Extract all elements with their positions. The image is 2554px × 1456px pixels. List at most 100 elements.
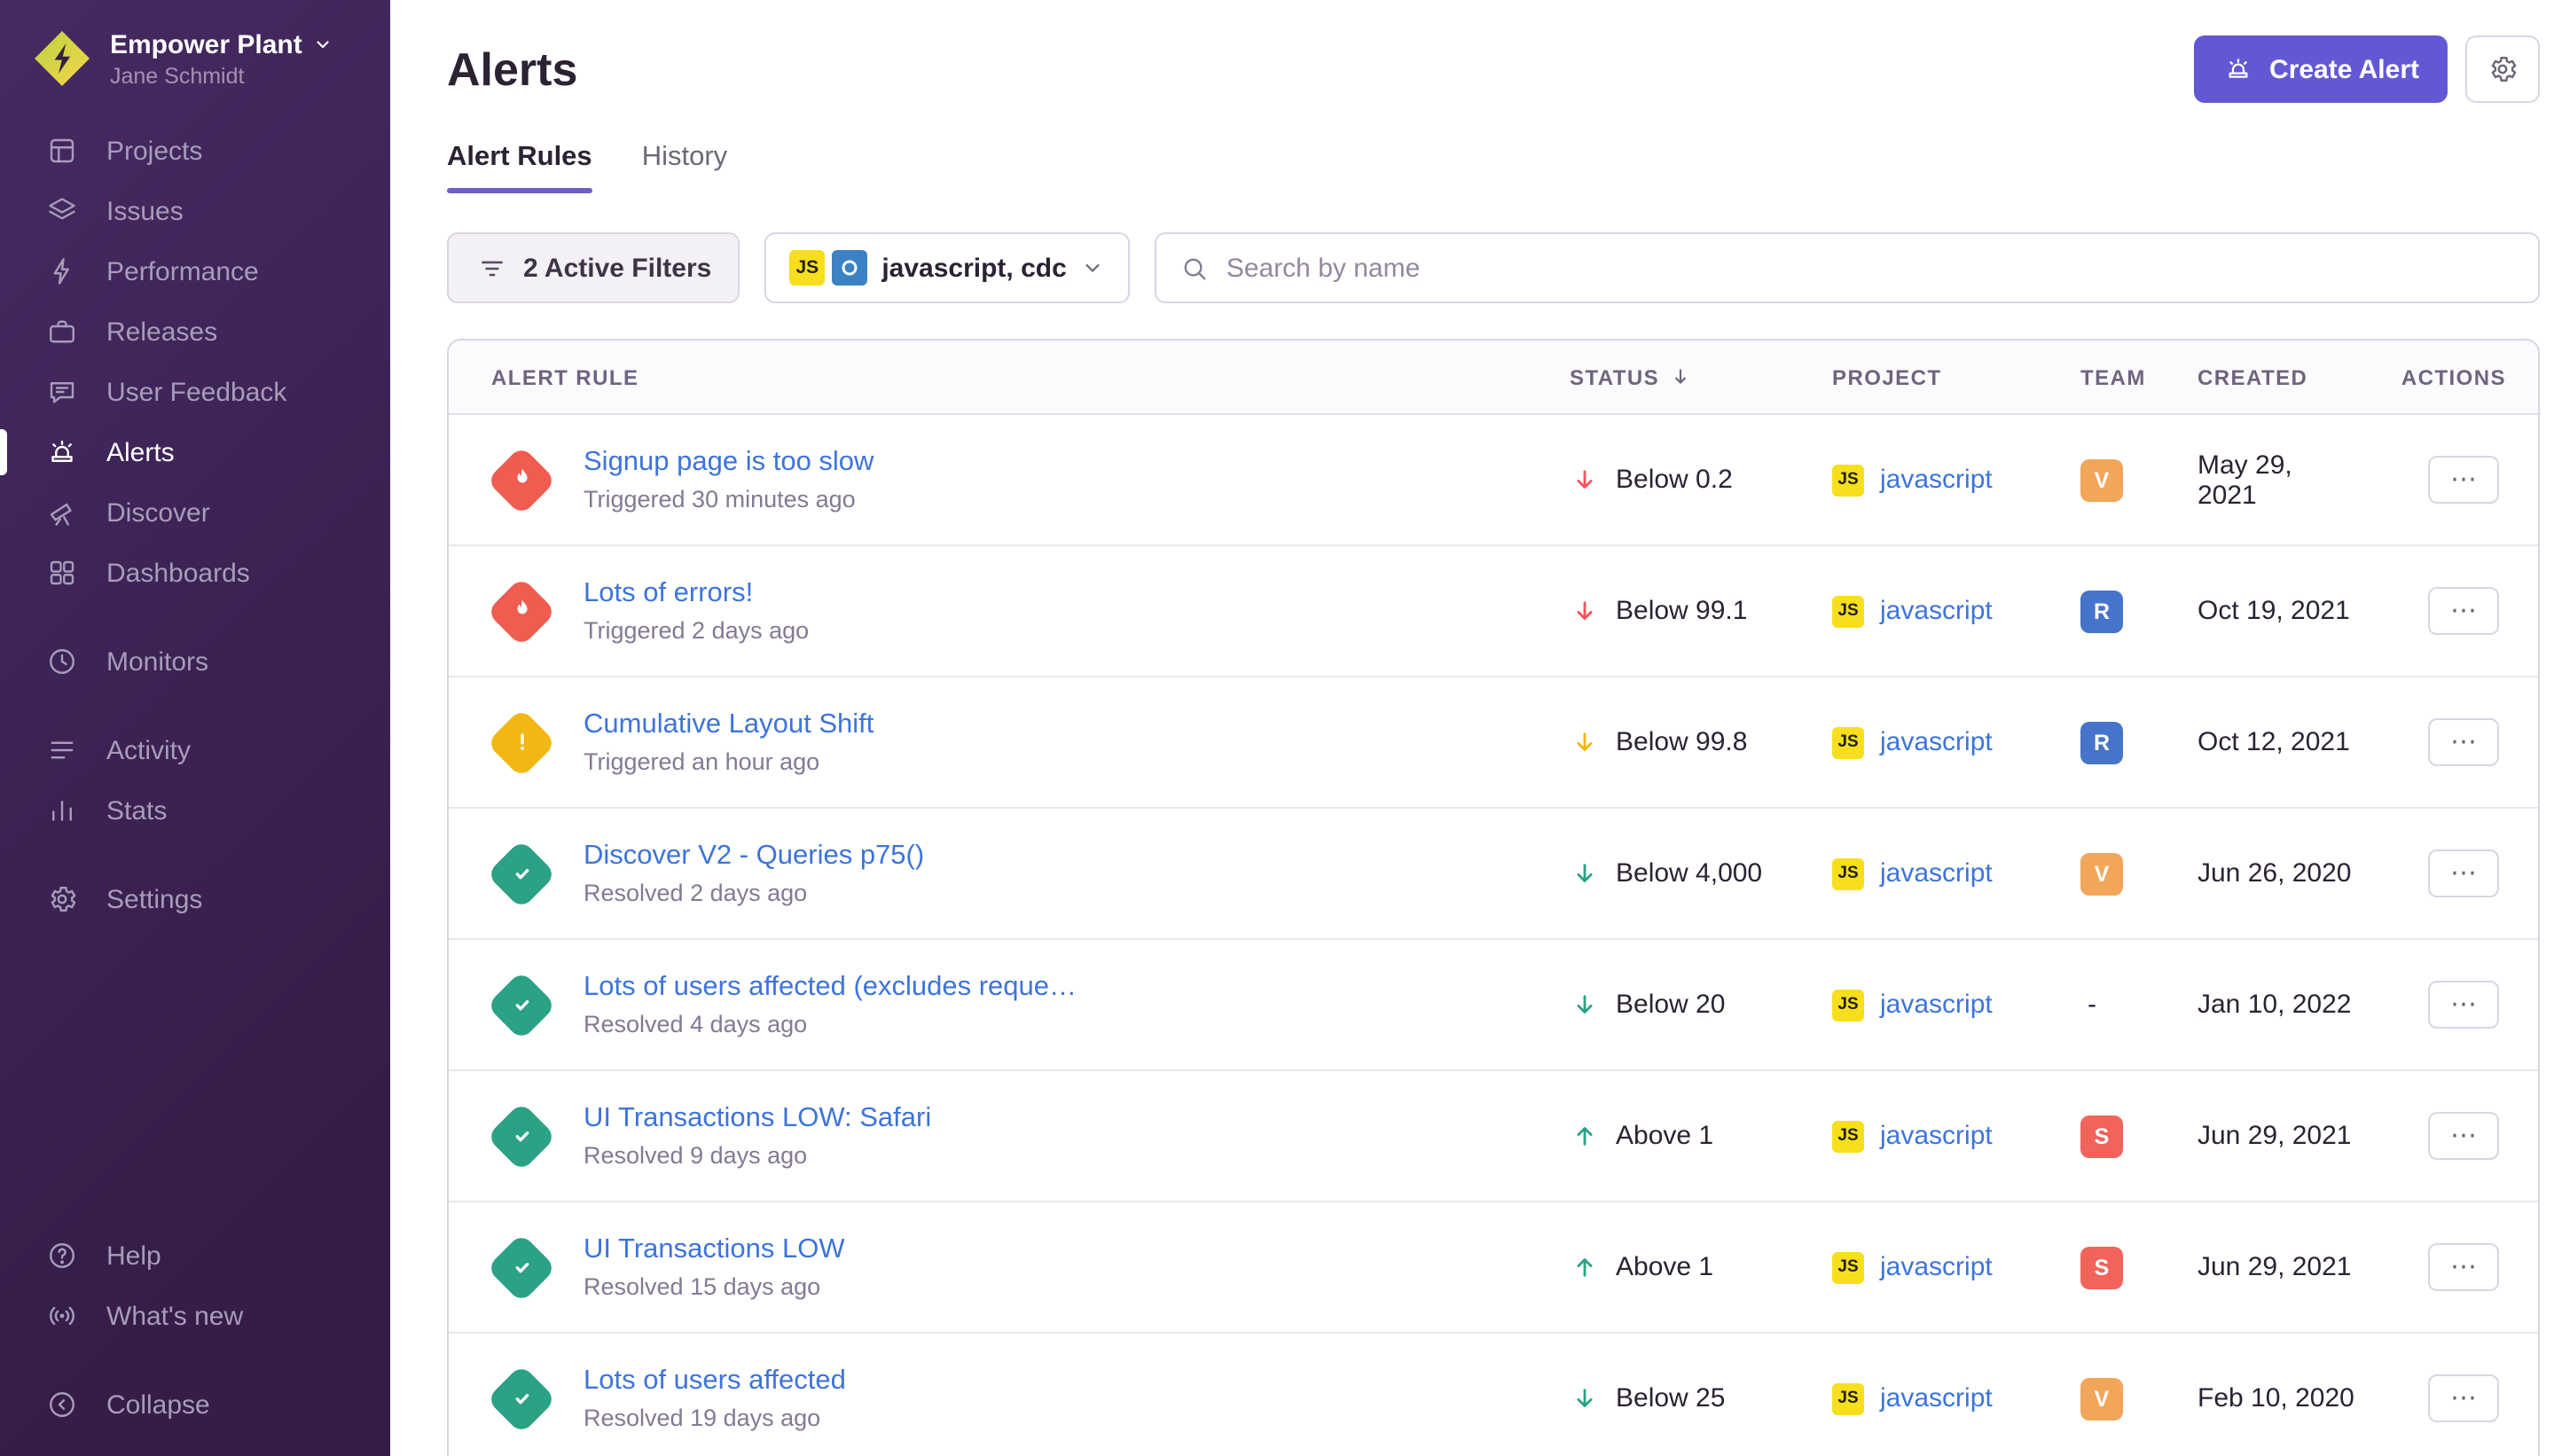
alert-rule-subtitle: Resolved 15 days ago: [584, 1273, 845, 1300]
sidebar-item-label: Performance: [106, 256, 259, 286]
sidebar-item-discover[interactable]: Discover: [0, 482, 390, 543]
project-link[interactable]: javascript: [1880, 1121, 1993, 1151]
project-link[interactable]: javascript: [1880, 596, 1993, 626]
tab-alert-rules[interactable]: Alert Rules: [447, 142, 592, 193]
sidebar-item-projects[interactable]: Projects: [0, 121, 390, 181]
alert-rule-link[interactable]: Lots of errors!: [584, 578, 809, 610]
active-filters-button[interactable]: 2 Active Filters: [447, 232, 740, 303]
sidebar-item-alerts[interactable]: Alerts: [0, 422, 390, 482]
sidebar-item-activity[interactable]: Activity: [0, 720, 390, 780]
sidebar-item-performance[interactable]: Performance: [0, 241, 390, 301]
table-body: Signup page is too slowTriggered 30 minu…: [449, 415, 2538, 1456]
status-value: Below 20: [1616, 990, 1725, 1020]
sidebar-item-help[interactable]: Help: [0, 1225, 390, 1286]
arrow-up-icon: [1570, 1252, 1600, 1282]
org-switcher[interactable]: Empower Plant Jane Schmidt: [0, 0, 390, 110]
row-actions-button[interactable]: ⋯: [2428, 587, 2499, 635]
column-header-alert-rule[interactable]: Alert Rule: [449, 364, 1541, 389]
arrow-down-icon: [1570, 727, 1600, 757]
project-link[interactable]: javascript: [1880, 858, 1993, 888]
critical-flame-icon: [488, 446, 555, 513]
alert-rule-link[interactable]: Discover V2 - Queries p75(): [584, 841, 924, 873]
search-box: [1156, 232, 2540, 303]
sidebar-item-monitors[interactable]: Monitors: [0, 631, 390, 692]
tab-history[interactable]: History: [642, 142, 727, 193]
alert-rule-link[interactable]: Lots of users affected: [584, 1366, 846, 1397]
sidebar: Empower Plant Jane Schmidt ProjectsIssue…: [0, 0, 390, 1456]
projects-icon: [46, 135, 78, 167]
whats-new-icon: [46, 1300, 78, 1332]
row-actions-button[interactable]: ⋯: [2428, 1374, 2499, 1422]
alert-rule-link[interactable]: Lots of users affected (excludes reque…: [584, 972, 1077, 1004]
arrow-down-icon: [1570, 596, 1600, 626]
column-header-project[interactable]: Project: [1804, 364, 2052, 389]
project-link[interactable]: javascript: [1880, 1383, 1993, 1413]
team-avatar: S: [2080, 1246, 2123, 1288]
column-header-team[interactable]: Team: [2052, 364, 2169, 389]
row-actions-button[interactable]: ⋯: [2428, 456, 2499, 504]
alert-rule-link[interactable]: Signup page is too slow: [584, 447, 874, 479]
team-avatar: R: [2080, 590, 2123, 632]
cdc-platform-icon: [832, 250, 867, 286]
table-row: Lots of errors!Triggered 2 days agoBelow…: [449, 546, 2538, 677]
project-selector[interactable]: JS javascript, cdc: [764, 232, 1130, 303]
project-link[interactable]: javascript: [1880, 990, 1993, 1020]
row-actions-button[interactable]: ⋯: [2428, 1243, 2499, 1291]
created-date: Jun 29, 2021: [2169, 1121, 2386, 1151]
column-header-actions[interactable]: Actions: [2386, 364, 2538, 389]
table-row: Cumulative Layout ShiftTriggered an hour…: [449, 677, 2538, 809]
table-row: Lots of users affected (excludes reque… R…: [449, 940, 2538, 1071]
active-filters-label: 2 Active Filters: [523, 253, 711, 283]
user-feedback-icon: [46, 376, 78, 408]
project-link[interactable]: javascript: [1880, 465, 1993, 495]
sidebar-item-label: Help: [106, 1241, 161, 1271]
javascript-project-icon: JS: [1832, 857, 1864, 889]
sidebar-item-dashboards[interactable]: Dashboards: [0, 543, 390, 603]
alert-rule-subtitle: Resolved 2 days ago: [584, 880, 924, 906]
sidebar-item-user-feedback[interactable]: User Feedback: [0, 362, 390, 422]
app: Empower Plant Jane Schmidt ProjectsIssue…: [0, 0, 2554, 1456]
sidebar-item-collapse[interactable]: Collapse: [0, 1374, 390, 1435]
status-value: Below 4,000: [1616, 858, 1762, 888]
sort-descending-icon: [1668, 365, 1691, 388]
sidebar-item-label: Monitors: [106, 646, 208, 677]
alert-rule-link[interactable]: UI Transactions LOW: [584, 1234, 845, 1266]
sidebar-item-label: Alerts: [106, 437, 175, 467]
settings-button[interactable]: [2465, 35, 2540, 103]
arrow-up-icon: [1570, 1121, 1600, 1151]
arrow-down-icon: [1570, 990, 1600, 1020]
row-actions-button[interactable]: ⋯: [2428, 718, 2499, 766]
page-title: Alerts: [447, 42, 577, 97]
arrow-down-icon: [1570, 858, 1600, 888]
sidebar-item-what-s-new[interactable]: What's new: [0, 1286, 390, 1346]
collapse-icon: [46, 1389, 78, 1421]
row-actions-button[interactable]: ⋯: [2428, 981, 2499, 1029]
arrow-down-icon: [1570, 465, 1600, 495]
alerts-icon: [46, 436, 78, 468]
alert-rule-subtitle: Resolved 4 days ago: [584, 1011, 1077, 1037]
alert-rule-link[interactable]: Cumulative Layout Shift: [584, 709, 874, 741]
column-header-status[interactable]: Status: [1541, 364, 1804, 389]
performance-icon: [46, 255, 78, 287]
row-actions-button[interactable]: ⋯: [2428, 1112, 2499, 1160]
sidebar-item-stats[interactable]: Stats: [0, 780, 390, 841]
sidebar-item-label: Stats: [106, 795, 167, 826]
column-header-created[interactable]: Created: [2169, 364, 2386, 389]
project-link[interactable]: javascript: [1880, 727, 1993, 757]
sidebar-item-releases[interactable]: Releases: [0, 301, 390, 362]
search-input[interactable]: [1226, 253, 2515, 283]
project-link[interactable]: javascript: [1880, 1252, 1993, 1282]
warning-exclamation-icon: [488, 708, 555, 776]
resolved-check-icon: [488, 1102, 555, 1170]
javascript-project-icon: JS: [1832, 1382, 1864, 1414]
row-actions-button[interactable]: ⋯: [2428, 849, 2499, 897]
create-alert-button[interactable]: Create Alert: [2193, 35, 2448, 103]
javascript-platform-icon: JS: [789, 250, 825, 286]
sidebar-item-settings[interactable]: Settings: [0, 869, 390, 929]
alert-rule-link[interactable]: UI Transactions LOW: Safari: [584, 1103, 931, 1135]
team-avatar: S: [2080, 1115, 2123, 1157]
org-name: Empower Plant: [110, 29, 302, 59]
column-header-label: Team: [2080, 364, 2146, 389]
sidebar-item-issues[interactable]: Issues: [0, 181, 390, 241]
sidebar-nav: ProjectsIssues Performance ReleasesUser Fe…: [0, 121, 390, 929]
